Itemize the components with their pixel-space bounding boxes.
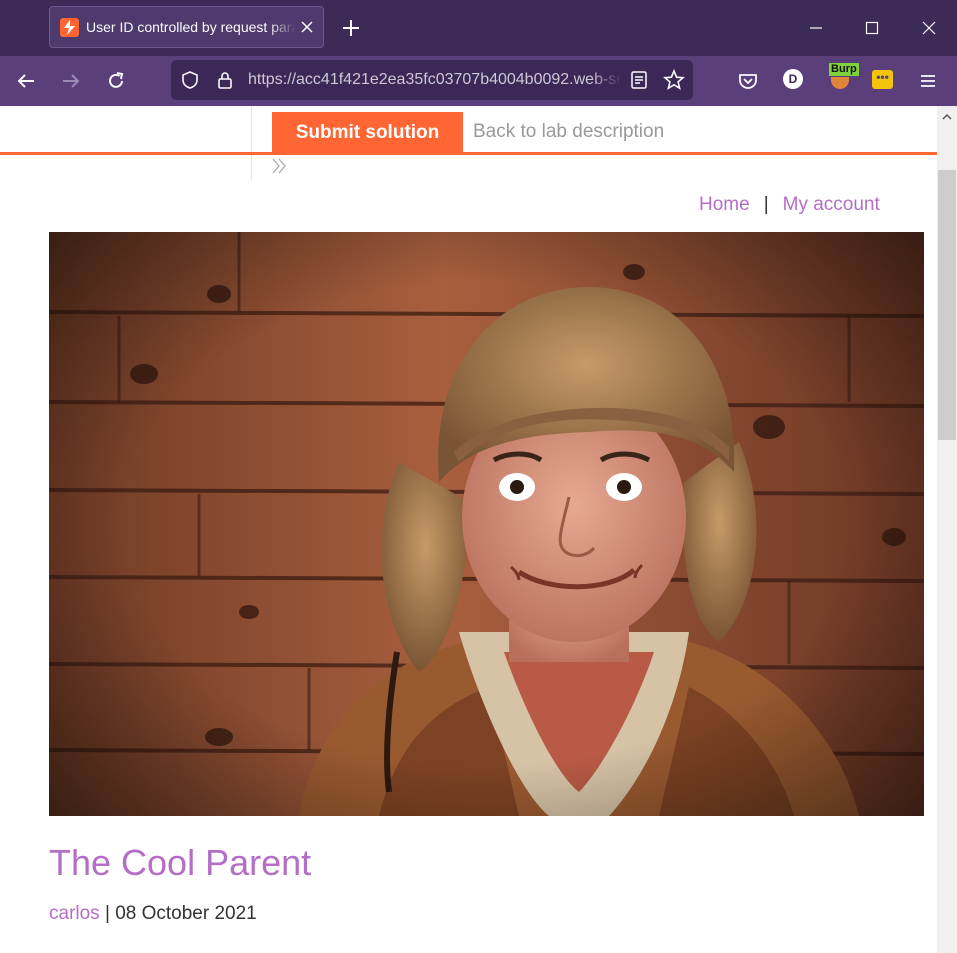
tab-close-icon[interactable] [298,18,316,36]
yellow-extension-icon[interactable]: ••• [872,70,893,89]
burp-extension-label: Burp [829,63,859,76]
forward-arrow-icon[interactable] [60,70,82,92]
my-account-link[interactable]: My account [783,194,880,215]
page-content: Submit solution Back to lab description … [0,106,937,953]
new-tab-icon[interactable] [341,18,361,38]
home-link[interactable]: Home [699,194,750,215]
back-arrow-icon[interactable] [15,70,37,92]
post-date: 08 October 2021 [115,903,257,924]
site-nav: Home | My account [699,194,880,216]
reader-view-icon[interactable] [629,70,649,90]
window-close-icon[interactable] [917,16,941,40]
bookmark-star-icon[interactable] [663,69,685,91]
browser-toolbar: https://acc41f421e2ea35fc03707b4004b0092… [0,56,957,106]
post-title: The Cool Parent [49,842,312,883]
browser-tab[interactable]: User ID controlled by request parameter [49,6,324,48]
scroll-up-arrow-icon[interactable] [942,112,952,122]
minimize-icon[interactable] [804,16,828,40]
post-hero-image [49,232,924,816]
burp-extension-icon[interactable]: Burp [827,63,859,91]
lab-banner-divider [251,106,252,180]
reload-icon[interactable] [105,70,127,92]
lock-icon[interactable] [215,70,235,90]
vertical-scrollbar[interactable] [937,106,957,953]
maximize-icon[interactable] [860,16,884,40]
shield-icon[interactable] [180,70,200,90]
byline-separator: | [99,903,116,924]
nav-separator: | [763,194,769,215]
address-bar[interactable]: https://acc41f421e2ea35fc03707b4004b0092… [171,60,693,100]
url-text[interactable]: https://acc41f421e2ea35fc03707b4004b0092… [248,71,621,89]
pocket-icon[interactable] [737,70,759,92]
hamburger-menu-icon[interactable] [917,70,939,92]
d-extension-icon[interactable]: D [783,69,803,89]
post-author-link[interactable]: carlos [49,903,100,924]
scrollbar-thumb[interactable] [938,170,956,440]
burp-face-icon [831,77,849,89]
submit-solution-button[interactable]: Submit solution [272,112,463,153]
back-to-lab-description-link[interactable]: Back to lab description [473,121,664,143]
tab-title: User ID controlled by request parameter [86,19,296,35]
lab-header-rule [0,152,937,155]
burp-lightning-icon [60,18,79,37]
double-chevron-right-icon[interactable] [270,156,290,176]
post-byline: carlos | 08 October 2021 [49,903,257,925]
browser-tab-strip: User ID controlled by request parameter [0,0,957,56]
